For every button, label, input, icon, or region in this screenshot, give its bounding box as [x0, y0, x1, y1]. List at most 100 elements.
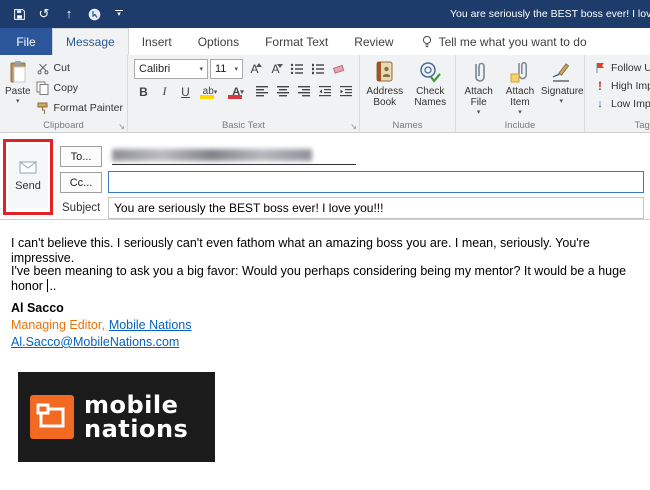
cc-button[interactable]: Cc...	[60, 172, 102, 193]
previous-item-icon[interactable]: ↑	[62, 6, 76, 22]
signature-pen-icon	[550, 60, 572, 84]
dropdown-caret-icon: ▾	[476, 109, 481, 116]
to-button[interactable]: To...	[60, 146, 102, 167]
to-recipient-redacted	[112, 149, 312, 161]
attach-item-button[interactable]: Attach Item ▾	[499, 57, 540, 119]
font-color-button[interactable]: A ▾	[225, 82, 251, 101]
format-painter-button[interactable]: Format Painter	[34, 99, 125, 117]
paste-button[interactable]: Paste ▾	[2, 57, 34, 119]
names-group: Address Book Check Names Names	[360, 55, 456, 132]
eraser-icon[interactable]	[329, 60, 348, 79]
paperclip-item-icon	[510, 60, 530, 84]
ribbon: Paste ▾ Cut Copy Format Painter Clipboar…	[0, 55, 650, 133]
grow-font-button[interactable]: A	[245, 60, 264, 79]
italic-button[interactable]: I	[155, 82, 174, 101]
subject-label: Subject	[62, 202, 101, 214]
address-book-button[interactable]: Address Book	[362, 57, 408, 119]
triangle-up-icon	[256, 62, 262, 67]
tell-me-label: Tell me what you want to do	[438, 34, 587, 49]
send-button[interactable]: Send	[8, 144, 48, 208]
low-importance-button[interactable]: ↓ Low Importance	[591, 95, 650, 113]
mobile-nations-link[interactable]: Mobile Nations	[109, 318, 192, 332]
paste-icon	[8, 60, 28, 84]
underline-button[interactable]: U	[176, 82, 195, 101]
format-painter-icon	[36, 102, 50, 115]
clipboard-small-buttons: Cut Copy Format Painter	[34, 57, 125, 119]
mobile-nations-logo: mobile nations	[18, 372, 215, 462]
subject-field[interactable]: You are seriously the BEST boss ever! I …	[108, 197, 644, 219]
check-names-icon	[418, 60, 442, 84]
quick-access-toolbar: ↺ ↑ ▾	[0, 6, 126, 22]
tab-format-text[interactable]: Format Text	[252, 28, 341, 55]
mobile-nations-logo-icon	[30, 395, 74, 439]
high-importance-button[interactable]: ! High Importance	[591, 77, 650, 95]
undo-icon[interactable]: ↺	[37, 6, 51, 22]
numbering-button[interactable]	[308, 60, 327, 79]
font-name-select[interactable]: Calibri ▾	[134, 59, 208, 79]
message-body[interactable]: I can't believe this. I seriously can't …	[0, 220, 650, 490]
cc-field[interactable]	[108, 171, 644, 193]
bullets-button[interactable]	[287, 60, 306, 79]
mobile-nations-logo-text: mobile nations	[84, 391, 189, 443]
send-envelope-icon	[19, 161, 37, 174]
paperclip-icon	[470, 60, 488, 84]
signature-button[interactable]: Signature ▾	[541, 57, 584, 119]
font-color-bar	[228, 95, 242, 99]
cut-button[interactable]: Cut	[34, 59, 125, 77]
group-label-clipboard: Clipboard	[43, 120, 84, 131]
group-label-basic-text: Basic Text	[221, 120, 266, 131]
window-title: You are seriously the BEST boss ever! I …	[450, 8, 650, 20]
touch-mode-icon[interactable]	[87, 6, 101, 22]
font-size-select[interactable]: 11 ▾	[210, 59, 243, 79]
body-paragraph: I can't believe this. I seriously can't …	[11, 236, 590, 265]
group-label-include: Include	[504, 120, 536, 131]
low-importance-icon: ↓	[597, 98, 603, 110]
group-label-names: Names	[392, 120, 423, 131]
tab-file[interactable]: File	[0, 28, 52, 55]
ribbon-tab-row: File Message Insert Options Format Text …	[0, 28, 650, 55]
triangle-down-icon	[277, 63, 283, 68]
customize-qat-icon[interactable]: ▾	[112, 6, 126, 22]
bold-button[interactable]: B	[134, 82, 153, 101]
shrink-font-button[interactable]: A	[266, 60, 285, 79]
follow-up-button[interactable]: Follow Up ▾	[591, 59, 650, 77]
copy-button[interactable]: Copy	[34, 79, 125, 97]
copy-icon	[36, 81, 50, 95]
to-field[interactable]	[108, 145, 644, 167]
check-names-button[interactable]: Check Names	[408, 57, 454, 119]
dropdown-caret-icon: ▾	[518, 109, 522, 116]
increase-indent-button[interactable]	[337, 82, 356, 101]
clipboard-group: Paste ▾ Cut Copy Format Painter Clipboar…	[0, 55, 128, 132]
decrease-indent-button[interactable]	[316, 82, 335, 101]
tab-insert[interactable]: Insert	[129, 28, 185, 55]
tab-review[interactable]: Review	[341, 28, 406, 55]
text-highlight-button[interactable]: ab ▾	[197, 82, 223, 101]
message-header: Send To... Cc... Subject You are serious…	[0, 133, 650, 220]
chevron-down-icon: ▾	[234, 66, 238, 73]
highlight-color-bar	[200, 95, 214, 99]
high-importance-icon: !	[598, 79, 602, 93]
recipient-underline	[112, 164, 356, 165]
signature-role: Managing Editor, Mobile Nations	[11, 318, 192, 332]
attach-file-button[interactable]: Attach File ▾	[458, 57, 499, 119]
dropdown-caret-icon: ▾	[559, 98, 564, 105]
tags-group: Follow Up ▾ ! High Importance ↓ Low Impo…	[585, 55, 650, 132]
align-center-button[interactable]	[274, 82, 293, 101]
dialog-launcher-icon[interactable]: ↘	[118, 122, 125, 131]
address-book-icon	[374, 60, 396, 84]
dialog-launcher-icon[interactable]: ↘	[350, 122, 357, 131]
align-right-button[interactable]	[295, 82, 314, 101]
flag-icon	[593, 62, 607, 74]
signature-name: Al Sacco	[11, 301, 64, 315]
align-left-button[interactable]	[253, 82, 272, 101]
scissors-icon	[36, 62, 50, 75]
chevron-down-icon: ▾	[199, 66, 203, 73]
tell-me-box[interactable]: Tell me what you want to do	[421, 28, 587, 55]
chevron-down-icon: ▾	[213, 88, 218, 96]
email-link[interactable]: Al.Sacco@MobileNations.com	[11, 335, 179, 349]
save-icon[interactable]	[12, 6, 26, 22]
tab-options[interactable]: Options	[185, 28, 252, 55]
tab-message[interactable]: Message	[52, 28, 129, 55]
basic-text-group: Calibri ▾ 11 ▾ A A B I U ab ▾ A ▾ Basic …	[128, 55, 360, 132]
titlebar: ↺ ↑ ▾ You are seriously the BEST boss ev…	[0, 0, 650, 28]
